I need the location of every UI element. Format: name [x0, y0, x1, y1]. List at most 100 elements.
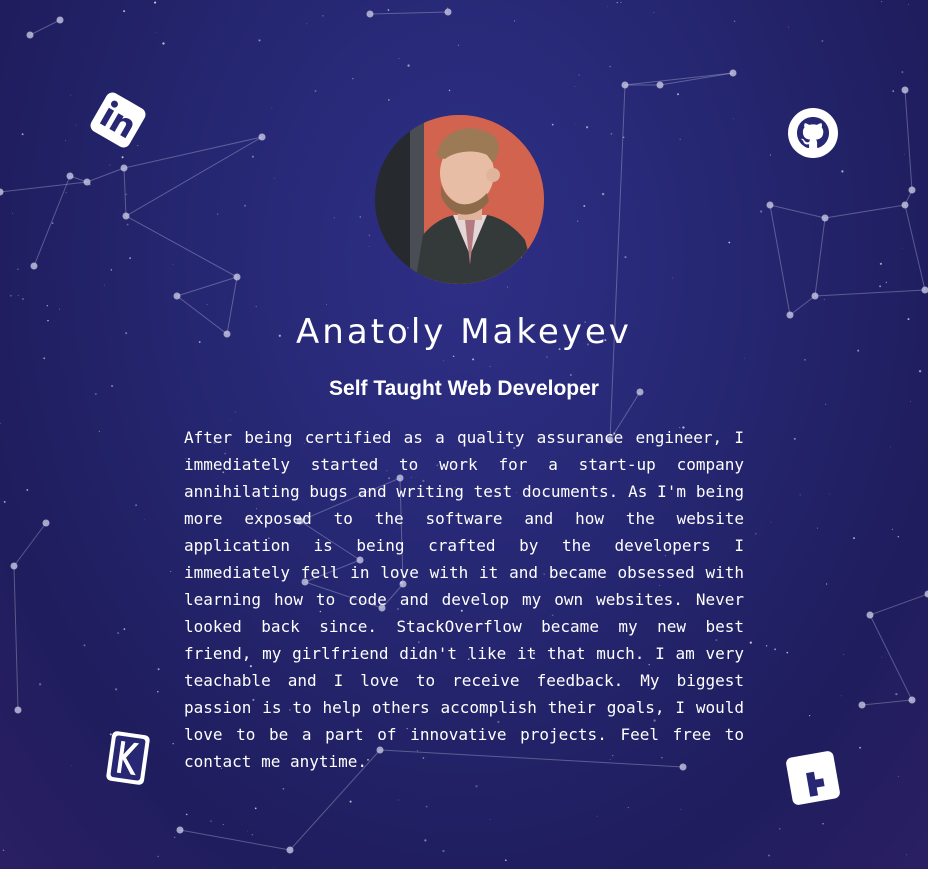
star-dot [774, 648, 777, 651]
star-dot [817, 527, 818, 529]
constellation-node [10, 562, 18, 570]
constellation-line [176, 276, 238, 297]
star-dot [609, 65, 611, 68]
star-dot [58, 308, 61, 310]
constellation-node [621, 81, 629, 89]
star-dot [0, 422, 1, 425]
star-dot [822, 823, 824, 825]
star-dot [254, 807, 257, 810]
star-dot [624, 256, 627, 259]
constellation-node [766, 201, 774, 209]
constellation-node [42, 519, 50, 527]
star-dot [447, 7, 448, 9]
star-dot [83, 644, 86, 647]
star-dot [255, 305, 257, 308]
star-dot [349, 800, 352, 803]
constellation-node [921, 286, 928, 294]
star-dot [504, 859, 507, 862]
star-dot [43, 357, 46, 360]
star-dot [507, 286, 509, 288]
star-dot [135, 504, 137, 506]
star-dot [472, 358, 475, 361]
constellation-line [13, 522, 47, 567]
constellation-node [14, 706, 22, 714]
constellation-line [624, 72, 734, 86]
star-dot [448, 89, 451, 92]
constellation-node [811, 292, 819, 300]
linkedin-link[interactable] [88, 90, 148, 150]
star-dot [843, 654, 845, 656]
star-dot [680, 809, 682, 811]
star-dot [206, 303, 208, 305]
star-dot [808, 714, 811, 717]
star-dot [902, 247, 903, 249]
constellation-node [924, 590, 928, 598]
star-dot [596, 815, 598, 817]
star-dot [672, 277, 674, 279]
star-dot [75, 124, 77, 126]
star-dot [326, 303, 327, 305]
star-dot [156, 690, 159, 693]
hashnode-link[interactable] [783, 748, 843, 808]
star-dot [258, 39, 261, 42]
constellation-line [13, 565, 19, 711]
star-dot [840, 695, 842, 697]
star-dot [22, 298, 24, 300]
constellation-line [869, 614, 913, 701]
constellation-node [258, 133, 266, 141]
star-dot [788, 26, 789, 28]
constellation-line [861, 699, 913, 706]
constellation-node [908, 186, 916, 194]
star-dot [3, 500, 6, 503]
star-dot [282, 787, 285, 790]
star-dot [251, 834, 253, 836]
star-dot [897, 775, 899, 777]
star-dot [824, 403, 827, 405]
constellation-node [866, 611, 874, 619]
star-dot [244, 204, 246, 207]
star-dot [489, 819, 491, 820]
star-dot [627, 807, 629, 809]
star-dot [104, 284, 105, 286]
star-dot [879, 285, 882, 288]
star-dot [910, 401, 911, 402]
github-link[interactable] [783, 103, 843, 163]
kaggle-link[interactable] [98, 728, 158, 788]
star-dot [793, 437, 796, 440]
star-dot [891, 528, 894, 531]
star-dot [576, 220, 579, 222]
constellation-line [123, 167, 127, 217]
star-dot [17, 294, 19, 296]
star-dot [387, 9, 390, 11]
star-dot [859, 746, 862, 749]
star-dot [65, 192, 67, 194]
star-dot [98, 430, 101, 433]
star-dot [881, 656, 883, 658]
star-dot [901, 71, 904, 74]
constellation-node [83, 178, 91, 186]
constellation-line [769, 204, 826, 219]
star-dot [606, 6, 608, 8]
star-dot [123, 628, 126, 630]
star-dot [770, 521, 772, 523]
hashnode-icon [783, 748, 843, 808]
star-dot [551, 123, 554, 126]
constellation-node [366, 10, 374, 18]
star-dot [610, 132, 613, 135]
star-dot [892, 90, 894, 92]
star-dot [475, 785, 478, 788]
constellation-node [901, 86, 909, 94]
star-dot [121, 156, 124, 159]
star-dot [918, 370, 922, 373]
star-dot [749, 641, 752, 644]
star-dot [825, 583, 828, 585]
star-dot [172, 742, 174, 745]
star-dot [117, 632, 120, 635]
star-dot [229, 419, 231, 421]
constellation-node [30, 262, 38, 270]
star-dot [765, 645, 768, 647]
star-dot [157, 855, 159, 858]
star-dot [489, 365, 491, 367]
star-dot [879, 262, 882, 265]
star-dot [601, 192, 605, 196]
